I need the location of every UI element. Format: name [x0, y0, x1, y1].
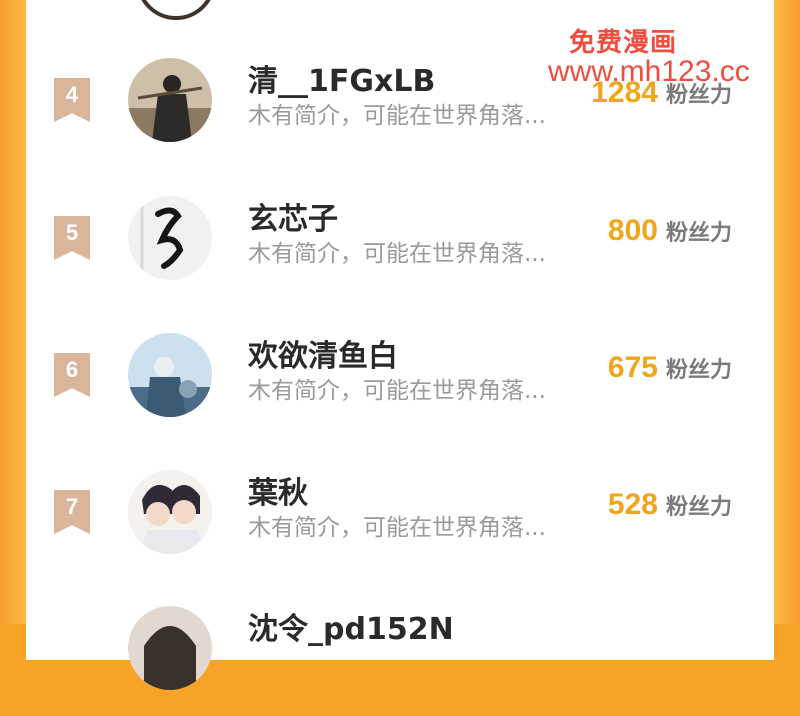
user-bio: 木有简介，可能在世界角落...: [248, 515, 546, 541]
ranking-row-6[interactable]: 6 欢欲清鱼白 木有简介，可能在世界角落... 675 粉丝力: [26, 333, 774, 443]
fans-value: 675: [607, 351, 658, 384]
ranking-row-5[interactable]: 5 玄芯子 木有简介，可能在世界角落... 800 粉丝力: [26, 196, 774, 306]
user-bio: 木有简介，可能在世界角落...: [248, 378, 546, 404]
user-name[interactable]: 葉秋: [248, 468, 308, 512]
fans-label: 粉丝力: [665, 221, 732, 246]
fans-value: 800: [607, 214, 658, 247]
avatar[interactable]: [128, 58, 212, 142]
fans-label: 粉丝力: [665, 495, 732, 520]
ranking-row-7[interactable]: 7 葉秋 木有简介，可能在世界角落... 528 粉丝力: [26, 470, 774, 580]
fans-label: 粉丝力: [665, 358, 732, 383]
rank-badge: 4: [54, 78, 90, 122]
user-name[interactable]: 玄芯子: [248, 194, 338, 238]
rank-badge: 6: [54, 353, 90, 397]
user-name[interactable]: 清__1FGxLB: [248, 56, 435, 100]
fans-score: 675 粉丝力: [608, 351, 732, 385]
user-name[interactable]: 欢欲清鱼白: [248, 331, 398, 375]
avatar[interactable]: [128, 606, 212, 690]
fans-score: 800 粉丝力: [608, 214, 732, 248]
rank-badge: 7: [54, 490, 90, 534]
avatar[interactable]: [128, 333, 212, 417]
fans-score: 528 粉丝力: [608, 488, 732, 522]
ranking-row-4[interactable]: 4 清__1FGxLB 木有简介，可能在世界角落... 1284 粉丝力: [26, 58, 774, 168]
fans-score: 1284 粉丝力: [591, 76, 732, 110]
rank-badge: 5: [54, 216, 90, 260]
ranking-row-8[interactable]: 沈令_pd152N: [26, 606, 774, 716]
user-bio: 木有简介，可能在世界角落...: [248, 103, 546, 129]
fans-value: 1284: [591, 76, 658, 109]
avatar[interactable]: [128, 470, 212, 554]
user-name[interactable]: 沈令_pd152N: [248, 604, 454, 648]
fans-label: 粉丝力: [665, 83, 732, 108]
fans-value: 528: [607, 488, 658, 521]
avatar[interactable]: [128, 196, 212, 280]
user-bio: 木有简介，可能在世界角落...: [248, 241, 546, 267]
